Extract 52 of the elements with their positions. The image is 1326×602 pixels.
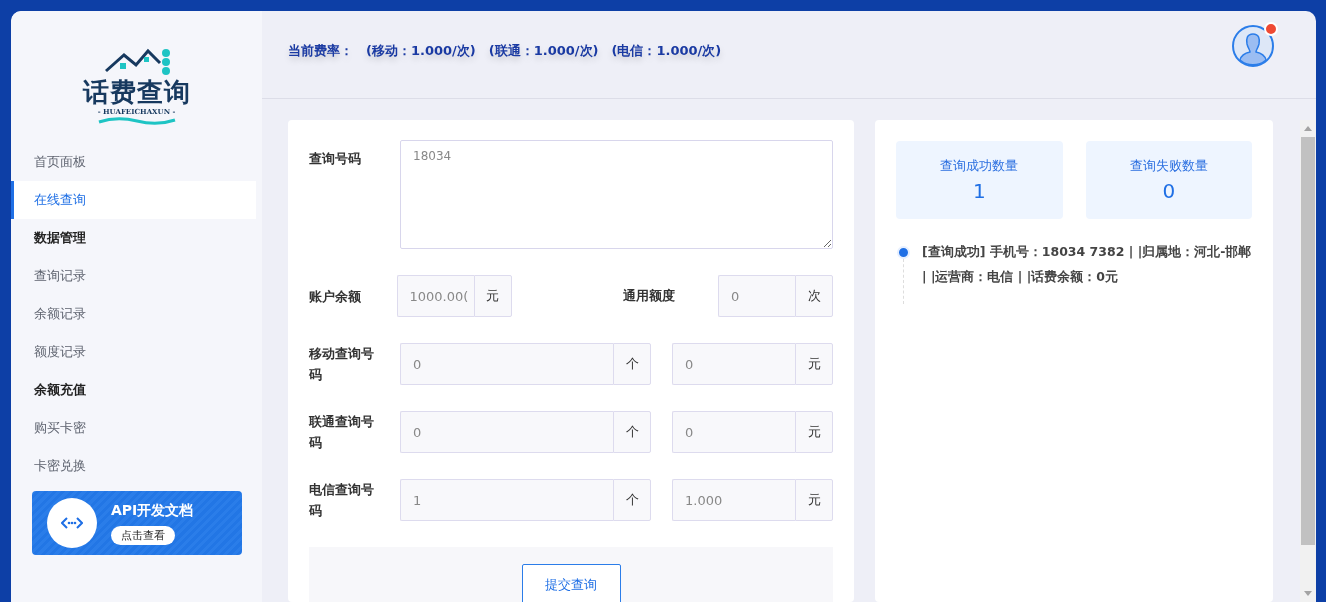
stat-label: 查询成功数量 (940, 157, 1019, 175)
stat-value: 1 (972, 179, 986, 203)
input-field[interactable]: 0 (718, 275, 795, 317)
unit-label: 个 (613, 411, 651, 453)
field-label: 账户余额 (309, 287, 362, 306)
logo-title: 话费查询 (82, 77, 191, 107)
menu-item[interactable]: 在线查询 (11, 181, 256, 219)
field-label: 联通查询号码 (309, 413, 375, 452)
unit-label: 个 (613, 343, 651, 385)
menu-item[interactable]: 首页面板 (11, 143, 256, 181)
scroll-down-arrow-icon[interactable] (1304, 591, 1312, 596)
input-field[interactable]: 1000.00( (396, 275, 474, 317)
input-field[interactable]: 0 (400, 343, 613, 385)
input-field[interactable]: 0 (400, 411, 613, 453)
scrollbar-thumb[interactable] (1301, 137, 1315, 545)
unit-label: 次 (795, 275, 833, 317)
rate-info: 当前费率： (移动：1.000/次) (联通：1.000/次) (电信：1.000/次) (288, 42, 723, 60)
phone-numbers-field[interactable]: 18034 (400, 140, 833, 249)
unit-label: 元 (795, 343, 833, 385)
api-docs-title: API开发文档 (111, 501, 194, 520)
scroll-up-arrow-icon[interactable] (1304, 126, 1312, 131)
log-entry: [查询成功] 手机号：18034 7382 | |归属地：河北-邯郸 | |运营商：电信 | |话费余额：0元 (922, 243, 1252, 286)
field-label: 移动查询号码 (309, 345, 375, 384)
view-button[interactable]: 点击查看 (111, 525, 175, 545)
menu-item[interactable]: 余额记录 (11, 295, 256, 333)
menu-item[interactable]: 查询记录 (11, 257, 256, 295)
menu-section-heading: 余额充值 (33, 381, 87, 399)
timeline-dot (896, 246, 910, 259)
menu-item[interactable]: 卡密兑换 (11, 447, 256, 485)
scrollbar[interactable] (1300, 120, 1316, 602)
field-label: 查询号码 (309, 150, 362, 168)
field-label: 电信查询号码 (309, 481, 375, 520)
input-field[interactable]: 1.000 (672, 479, 795, 521)
menu-item[interactable]: 额度记录 (11, 333, 256, 371)
api-docs-card[interactable]: API开发文档 点击查看 (32, 491, 242, 555)
input-field[interactable]: 0 (672, 343, 795, 385)
unit-label: 元 (473, 275, 512, 317)
menu-section-heading: 数据管理 (33, 229, 87, 247)
submit-button[interactable]: 提交查询 (521, 564, 621, 602)
timeline-line (902, 259, 904, 304)
input-field[interactable]: 0 (672, 411, 795, 453)
code-icon (61, 517, 83, 529)
unit-label: 元 (795, 479, 833, 521)
unit-label: 元 (795, 411, 833, 453)
stat-value: 0 (1162, 179, 1176, 203)
unit-label: 个 (613, 479, 651, 521)
field-label: 通用额度 (622, 287, 676, 305)
wave-icon (96, 116, 177, 126)
input-field[interactable]: 1 (400, 479, 613, 521)
stat-label: 查询失败数量 (1129, 157, 1208, 175)
avatar-icon[interactable] (1232, 25, 1274, 67)
menu-item[interactable]: 购买卡密 (11, 409, 256, 447)
